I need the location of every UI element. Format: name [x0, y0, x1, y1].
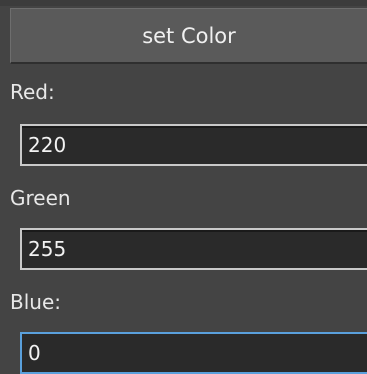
red-input-inner-shadow — [22, 126, 367, 128]
green-input-inner-shadow — [22, 230, 367, 232]
green-label: Green — [10, 186, 71, 210]
blue-label: Blue: — [10, 290, 61, 314]
panel-top-strip — [0, 0, 367, 6]
red-input[interactable] — [20, 124, 367, 166]
red-label: Red: — [10, 80, 55, 104]
green-input[interactable] — [20, 228, 367, 270]
blue-input[interactable] — [20, 332, 367, 374]
set-color-button[interactable]: set Color — [10, 8, 367, 64]
color-panel: set Color Red: Green Blue: — [0, 0, 367, 374]
